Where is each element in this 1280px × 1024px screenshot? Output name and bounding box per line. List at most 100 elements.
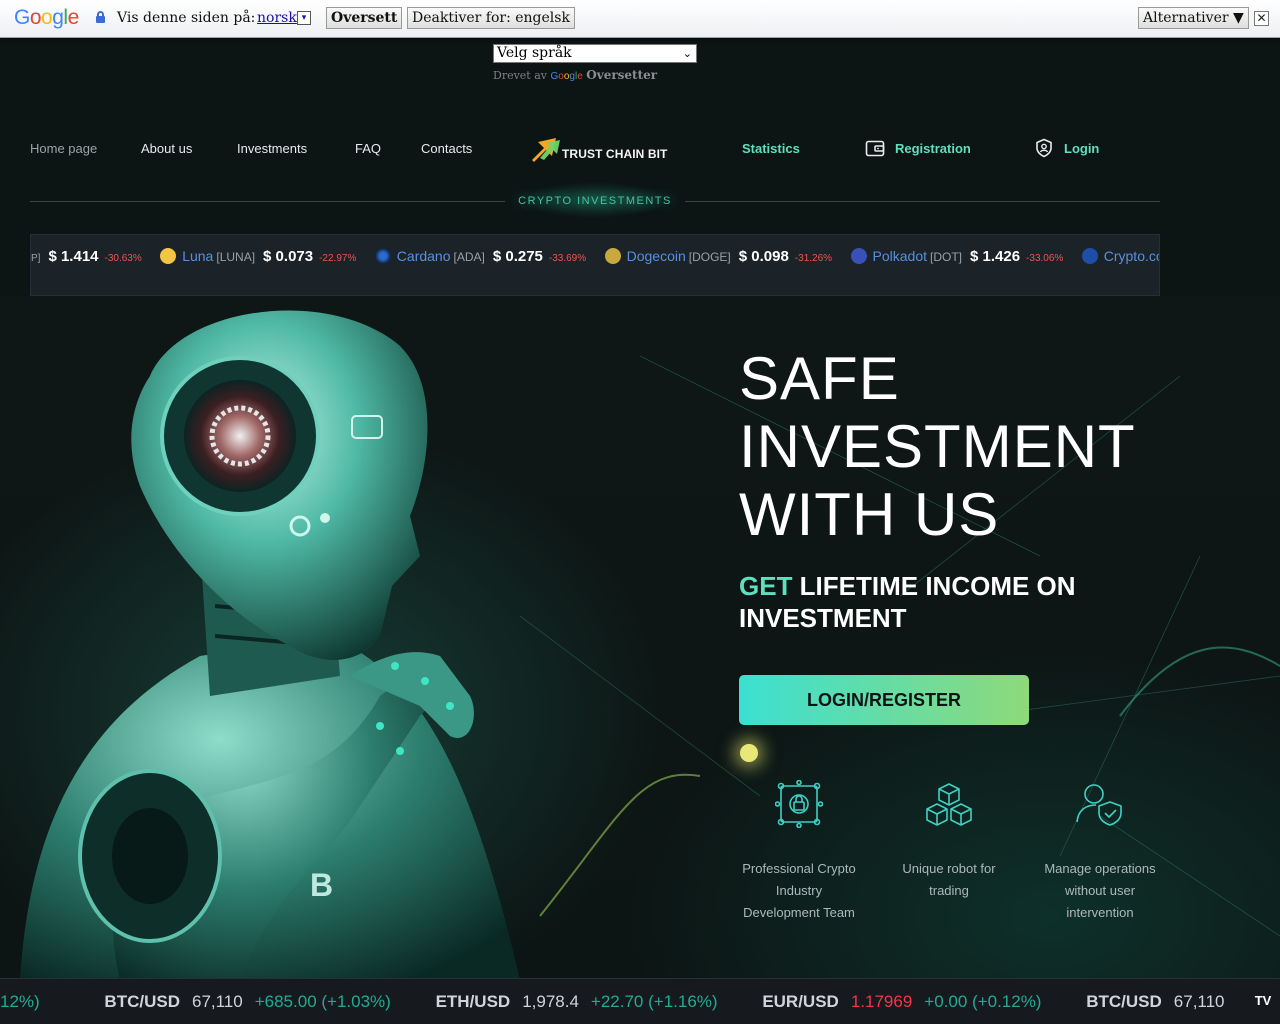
ticker-lead: P] $ 1.414 -30.63%: [31, 248, 142, 266]
feature-line: intervention: [1066, 905, 1134, 920]
feature-line: without user: [1064, 883, 1136, 898]
ticker-name: Luna: [182, 248, 214, 264]
language-dropdown-icon[interactable]: ▾: [297, 11, 311, 25]
tv-lead: 12%): [0, 992, 40, 1011]
ticker-symbol: [LUNA]: [216, 250, 256, 264]
feature-line: trading: [929, 883, 969, 898]
cubes-icon: [926, 783, 972, 826]
nav-investments[interactable]: Investments: [237, 141, 307, 156]
hero-subtitle-accent: GET: [739, 571, 793, 601]
powered-by: Drevet av Google Oversetter: [493, 68, 657, 82]
disable-translation-button[interactable]: Deaktiver for: engelsk: [407, 7, 575, 29]
tv-change: +685.00 (+1.03%): [254, 992, 391, 1011]
hero-title-line: INVESTMENT: [739, 413, 1136, 480]
dogecoin-icon: [604, 247, 621, 264]
feature-text: Unique robot for trading: [874, 858, 1024, 902]
feature-line: Unique robot for: [902, 861, 996, 876]
translate-bar: Google Vis denne siden på: norsk ▾ Overs…: [0, 0, 1280, 38]
nav-about[interactable]: About us: [141, 141, 192, 156]
divider-left: [30, 201, 505, 202]
wallet-icon[interactable]: [865, 138, 885, 158]
ticker-price: $ 0.073: [263, 248, 314, 265]
site-logo[interactable]: TRUST CHAIN BIT: [530, 134, 680, 164]
cryptocom-icon: [1081, 247, 1098, 264]
logo-arrows-icon: [532, 138, 560, 162]
feature-line: Manage operations: [1044, 861, 1156, 876]
ticker-price: $ 0.098: [738, 248, 789, 265]
language-select-value: Velg språk: [497, 45, 572, 61]
tv-price: 1,978.4: [522, 992, 579, 1011]
language-select[interactable]: Velg språk ⌄: [493, 44, 697, 63]
tv-change: +22.70 (+1.16%): [590, 992, 718, 1011]
hero-title: SAFE INVESTMENT WITH US: [739, 345, 1136, 549]
feature-line: Industry: [775, 883, 823, 898]
tv-item[interactable]: BTC/USD 67,110: [1086, 992, 1224, 1012]
nav-faq[interactable]: FAQ: [355, 141, 381, 156]
ticker-name: Polkadot: [872, 248, 927, 264]
ticker-change: -22.97%: [319, 253, 357, 264]
close-icon[interactable]: ✕: [1254, 11, 1269, 26]
nav-registration[interactable]: Registration: [895, 141, 971, 156]
feature-line: Development Team: [743, 905, 855, 920]
tv-price: 1.17969: [850, 992, 913, 1011]
tv-item[interactable]: ETH/USD 1,978.4 +22.70 (+1.16%): [436, 992, 718, 1012]
divider-right: [685, 201, 1160, 202]
language-link[interactable]: norsk: [257, 10, 297, 26]
ticker-lead-change: -30.63%: [104, 253, 142, 264]
translator-brand: Oversetter: [586, 68, 658, 82]
ticker-item-cryptocom[interactable]: Crypto.com: [1081, 247, 1159, 266]
tradingview-ticker-row: 12%) BTC/USD 67,110 +685.00 (+1.03%) ETH/U…: [0, 992, 1265, 1012]
price-ticker: P] $ 1.414 -30.63% Luna [LUNA] $ 0.073 -22.97…: [30, 234, 1160, 296]
tv-price: 67,110: [1173, 992, 1225, 1011]
svg-text:B: B: [310, 867, 333, 903]
ticker-item-luna[interactable]: Luna [LUNA] $ 0.073 -22.97%: [160, 247, 357, 266]
ticker-symbol: [DOT]: [930, 250, 962, 264]
hero-subtitle: GET LIFETIME INCOME ON INVESTMENT: [739, 570, 1099, 634]
options-button[interactable]: Alternativer ▼: [1138, 7, 1249, 29]
feature-robot: Unique robot for trading: [874, 780, 1024, 902]
tv-change: +0.00 (+0.12%): [924, 992, 1042, 1011]
tv-item[interactable]: EUR/USD 1.17969 +0.00 (+0.12%): [762, 992, 1041, 1012]
feature-team: Professional Crypto Industry Development…: [724, 780, 874, 924]
google-logo: Google: [14, 6, 79, 29]
logo-text: TRUST CHAIN BIT: [562, 147, 668, 161]
lock-icon: [96, 11, 105, 23]
price-ticker-row: P] $ 1.414 -30.63% Luna [LUNA] $ 0.073 -22.97…: [31, 247, 1159, 266]
crypto-investments-tag: CRYPTO INVESTMENTS: [518, 195, 672, 207]
nav-contacts[interactable]: Contacts: [421, 141, 472, 156]
ticker-name: Cardano: [396, 248, 451, 264]
polkadot-icon: [850, 247, 867, 264]
feature-manage: Manage operations without user intervent…: [1025, 780, 1175, 924]
ticker-name: Dogecoin: [626, 248, 686, 264]
ticker-name: Crypto.com: [1103, 248, 1159, 264]
robot-illustration: B: [20, 310, 520, 980]
feature-text: Manage operations without user intervent…: [1025, 858, 1175, 924]
chevron-down-icon: ⌄: [682, 47, 692, 60]
ticker-lead-price: $ 1.414: [48, 248, 99, 265]
feature-line: Professional Crypto: [742, 861, 856, 876]
tv-pair: BTC/USD: [104, 992, 180, 1011]
nav-login[interactable]: Login: [1064, 141, 1099, 156]
luna-icon: [160, 247, 177, 264]
tv-pair: EUR/USD: [762, 992, 839, 1011]
login-register-button[interactable]: LOGIN/REGISTER: [739, 675, 1029, 725]
ticker-change: -31.26%: [794, 253, 833, 264]
tv-item[interactable]: BTC/USD 67,110 +685.00 (+1.03%): [104, 992, 390, 1012]
nav-statistics[interactable]: Statistics: [742, 141, 800, 156]
ticker-lead-symbol: P]: [31, 253, 41, 264]
ticker-item-dogecoin[interactable]: Dogecoin [DOGE] $ 0.098 -31.26%: [604, 247, 833, 266]
google-mini-logo: Google: [550, 71, 583, 82]
tradingview-logo-icon[interactable]: TV: [1252, 991, 1274, 1011]
nav-home[interactable]: Home page: [30, 141, 97, 156]
ticker-change: -33.06%: [1026, 253, 1064, 264]
tv-price: 67,110: [191, 992, 243, 1011]
ticker-price: $ 0.275: [492, 248, 543, 265]
ticker-item-polkadot[interactable]: Polkadot [DOT] $ 1.426 -33.06%: [850, 247, 1064, 266]
shield-user-icon[interactable]: [1034, 138, 1054, 158]
ticker-change: -33.69%: [548, 253, 587, 264]
ticker-symbol: [DOGE]: [688, 250, 731, 264]
translate-button[interactable]: Oversett: [326, 7, 403, 29]
ticker-item-cardano[interactable]: Cardano [ADA] $ 0.275 -33.69%: [374, 247, 587, 266]
tv-pair: BTC/USD: [1086, 992, 1162, 1011]
tv-pair: ETH/USD: [435, 992, 511, 1011]
